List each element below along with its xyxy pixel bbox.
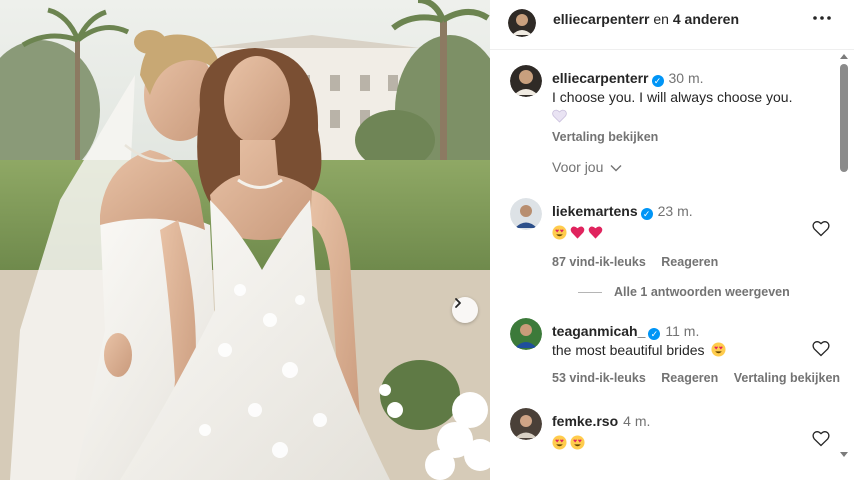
red-heart-emoji-icon [570, 226, 585, 239]
header-connector: en [653, 11, 669, 27]
comment-text: the most beautiful brides [552, 342, 705, 358]
heart-outline-icon [812, 341, 830, 357]
reply-button[interactable]: Reageren [661, 255, 718, 269]
post-photo[interactable] [0, 0, 490, 480]
avatar-image [510, 318, 542, 350]
commenter-avatar[interactable] [510, 198, 542, 230]
comment-username[interactable]: liekemartens [552, 203, 638, 219]
like-comment-button[interactable] [812, 220, 830, 238]
comment-text-row: the most beautiful brides [552, 341, 822, 360]
verified-badge-icon: ✓ [651, 75, 664, 87]
comment-time[interactable]: 11 m. [665, 323, 699, 339]
for-you-label: Voor jou [552, 159, 604, 175]
like-comment-button[interactable] [812, 430, 830, 448]
chevron-down-icon [610, 165, 622, 172]
header-username[interactable]: elliecarpenterr [553, 11, 650, 27]
header-title: elliecarpenterr en 4 anderen [553, 11, 739, 27]
scroll-down-arrow-icon[interactable] [840, 452, 848, 457]
wedding-photo-illustration [0, 0, 490, 480]
caption-username[interactable]: elliecarpenterr [552, 70, 649, 86]
heart-outline-icon [812, 431, 830, 447]
more-horizontal-icon [813, 16, 831, 20]
comment-body: liekemartens ✓ 23 m. 87 vind-ik-leuks Reag… [552, 202, 822, 269]
view-replies-link[interactable]: Alle 1 antwoorden weergeven [578, 285, 790, 299]
avatar-image [510, 65, 542, 97]
translate-link[interactable]: Vertaling bekijken [734, 371, 840, 385]
author-avatar[interactable] [508, 9, 536, 37]
comment-username[interactable]: femke.rso [552, 413, 618, 429]
caption-text: I choose you. I will always choose you. [552, 89, 793, 105]
likes-count[interactable]: 87 vind-ik-leuks [552, 255, 646, 269]
comment-username[interactable]: teaganmicah_ [552, 323, 645, 339]
caption-avatar[interactable] [510, 65, 542, 97]
verified-badge-icon: ✓ [648, 328, 661, 340]
chevron-right-icon [455, 298, 461, 308]
verified-badge-icon: ✓ [640, 208, 653, 220]
replies-label: Alle 1 antwoorden weergeven [614, 285, 790, 299]
caption-body: elliecarpenterr ✓ 30 m. I choose you. I wi… [552, 69, 822, 144]
next-image-button[interactable] [452, 297, 478, 323]
like-comment-button[interactable] [812, 340, 830, 358]
avatar-image [510, 408, 542, 440]
comment-body: teaganmicah_ ✓ 11 m. the most beautiful br… [552, 322, 840, 385]
commenter-avatar[interactable] [510, 318, 542, 350]
likes-count[interactable]: 53 vind-ik-leuks [552, 371, 646, 385]
comment-emojis [552, 224, 822, 243]
comment-emojis [552, 434, 822, 453]
reply-button[interactable]: Reageren [661, 371, 718, 385]
heart-outline-icon [812, 221, 830, 237]
avatar-image [508, 9, 536, 37]
translate-link[interactable]: Vertaling bekijken [552, 130, 822, 144]
heart-eyes-emoji-icon [552, 435, 567, 450]
red-heart-emoji-icon [588, 226, 603, 239]
comments-scrollbar[interactable] [840, 54, 848, 459]
white-heart-emoji-icon [552, 109, 567, 123]
avatar-image [510, 198, 542, 230]
comment-body: femke.rso 4 m. [552, 412, 822, 453]
more-options-button[interactable] [810, 8, 834, 28]
scrollbar-thumb[interactable] [840, 64, 848, 172]
comments-panel: elliecarpenterr en 4 anderen elliecarpen… [490, 0, 854, 480]
caption-time[interactable]: 30 m. [669, 70, 704, 86]
scroll-up-arrow-icon[interactable] [840, 54, 848, 59]
commenter-avatar[interactable] [510, 408, 542, 440]
heart-eyes-emoji-icon [570, 435, 585, 450]
comment-time[interactable]: 23 m. [658, 203, 693, 219]
comment-time[interactable]: 4 m. [623, 413, 650, 429]
replies-divider [578, 292, 602, 294]
comment-actions: 87 vind-ik-leuks Reageren [552, 255, 822, 269]
comments-scroll-area[interactable]: elliecarpenterr ✓ 30 m. I choose you. I wi… [490, 50, 854, 480]
for-you-dropdown[interactable]: Voor jou [552, 159, 622, 175]
comment-actions: 53 vind-ik-leuks Reageren Vertaling beki… [552, 371, 840, 385]
header-collaborators[interactable]: 4 anderen [673, 11, 739, 27]
heart-eyes-emoji-icon [552, 225, 567, 240]
post-header: elliecarpenterr en 4 anderen [490, 0, 854, 50]
heart-eyes-emoji-icon [711, 342, 726, 357]
